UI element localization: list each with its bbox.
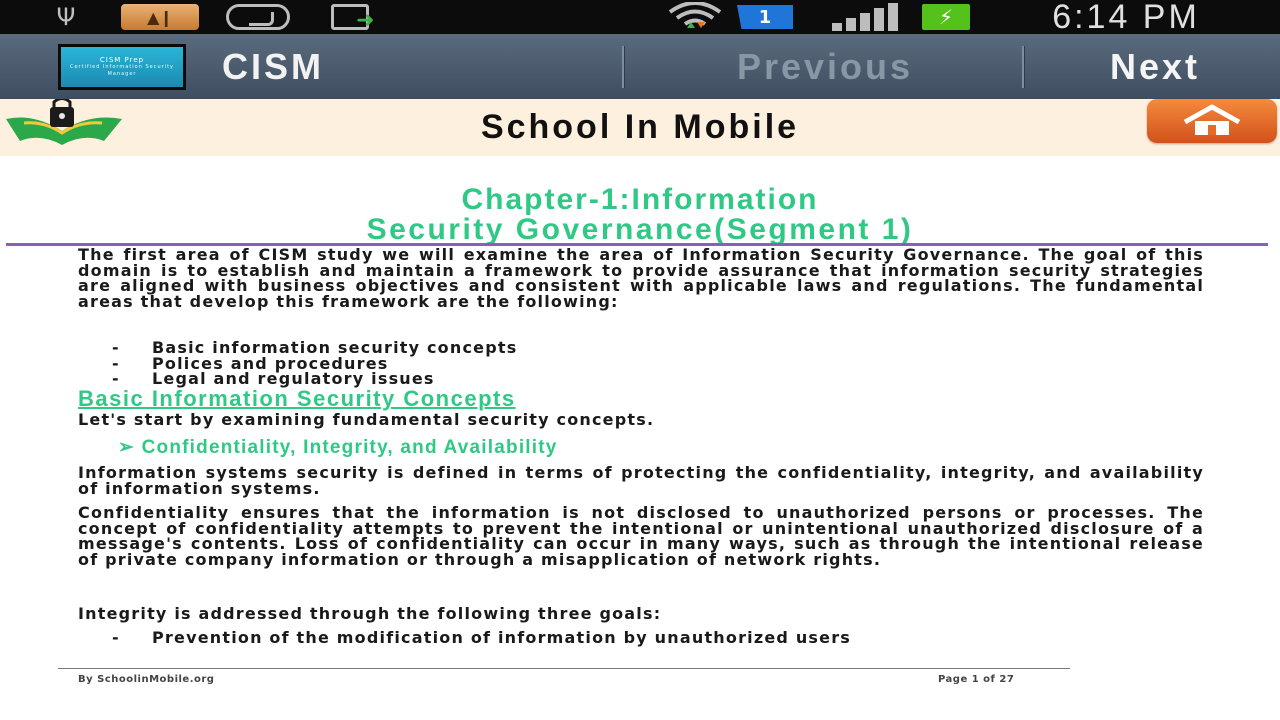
status-clock: 6:14 PM (1052, 0, 1200, 36)
whatsapp-icon (220, 0, 296, 34)
integrity-paragraph: Integrity is addressed through the follo… (78, 604, 662, 623)
app-toolbar: CISM Prep Certified Information Security… (0, 34, 1280, 99)
list-item: - Prevention of the modification of infor… (112, 628, 852, 647)
toolbar-divider (622, 46, 625, 88)
page-number: Page 1 of 27 (938, 674, 1015, 685)
list-item: - Legal and regulatory issues (112, 369, 435, 388)
toolbar-divider (1022, 46, 1025, 88)
usb-icon: Ψ (56, 3, 76, 31)
notification-badge: 1 (736, 0, 794, 34)
home-icon (1183, 104, 1241, 135)
previous-button[interactable]: Previous (640, 44, 1010, 90)
app-notification-icon: ▲❙ (120, 0, 200, 34)
signal-icon (828, 0, 908, 34)
app-logo[interactable]: CISM Prep Certified Information Security… (58, 44, 186, 90)
home-button[interactable] (1147, 99, 1277, 143)
section-heading: Basic Information Security Concepts (78, 386, 516, 411)
logo-line-2: Certified Information Security Manager (69, 64, 175, 77)
chapter-title-line-2: Security Governance(Segment 1) (366, 213, 914, 246)
screenshot-icon: ➜ (312, 0, 388, 34)
integrity-bullet-list: - Prevention of the modification of infor… (112, 630, 1204, 646)
confidentiality-paragraph: Confidentiality ensures that the informa… (78, 503, 1204, 569)
footer-source: By SchoolinMobile.org (78, 674, 215, 685)
sub-heading: ➢ Confidentiality, Integrity, and Availa… (118, 437, 558, 458)
iss-paragraph: Information systems security is defined … (78, 463, 1204, 498)
intro-bullet-list: - Basic information security concepts - Po… (112, 340, 1112, 387)
intro-paragraph: The first area of CISM study we will exa… (78, 245, 1204, 311)
section-intro: Let's start by examining fundamental sec… (78, 410, 655, 429)
school-title: School In Mobile (480, 108, 800, 146)
document-page[interactable]: Chapter-1:Information Security Governanc… (0, 156, 1280, 720)
logo-line-1: CISM Prep (99, 56, 145, 64)
status-bar: Ψ ▲❙ ➜ 1 ⚡ 6:14 PM (0, 0, 1280, 36)
wifi-icon (660, 0, 730, 34)
footer-divider (58, 668, 1070, 669)
battery-charging-icon: ⚡ (920, 0, 972, 34)
school-header: School In Mobile (0, 97, 1280, 156)
app-title: CISM (222, 46, 324, 87)
next-button[interactable]: Next (1040, 44, 1270, 90)
chapter-title-line-1: Chapter-1:Information (461, 183, 819, 216)
